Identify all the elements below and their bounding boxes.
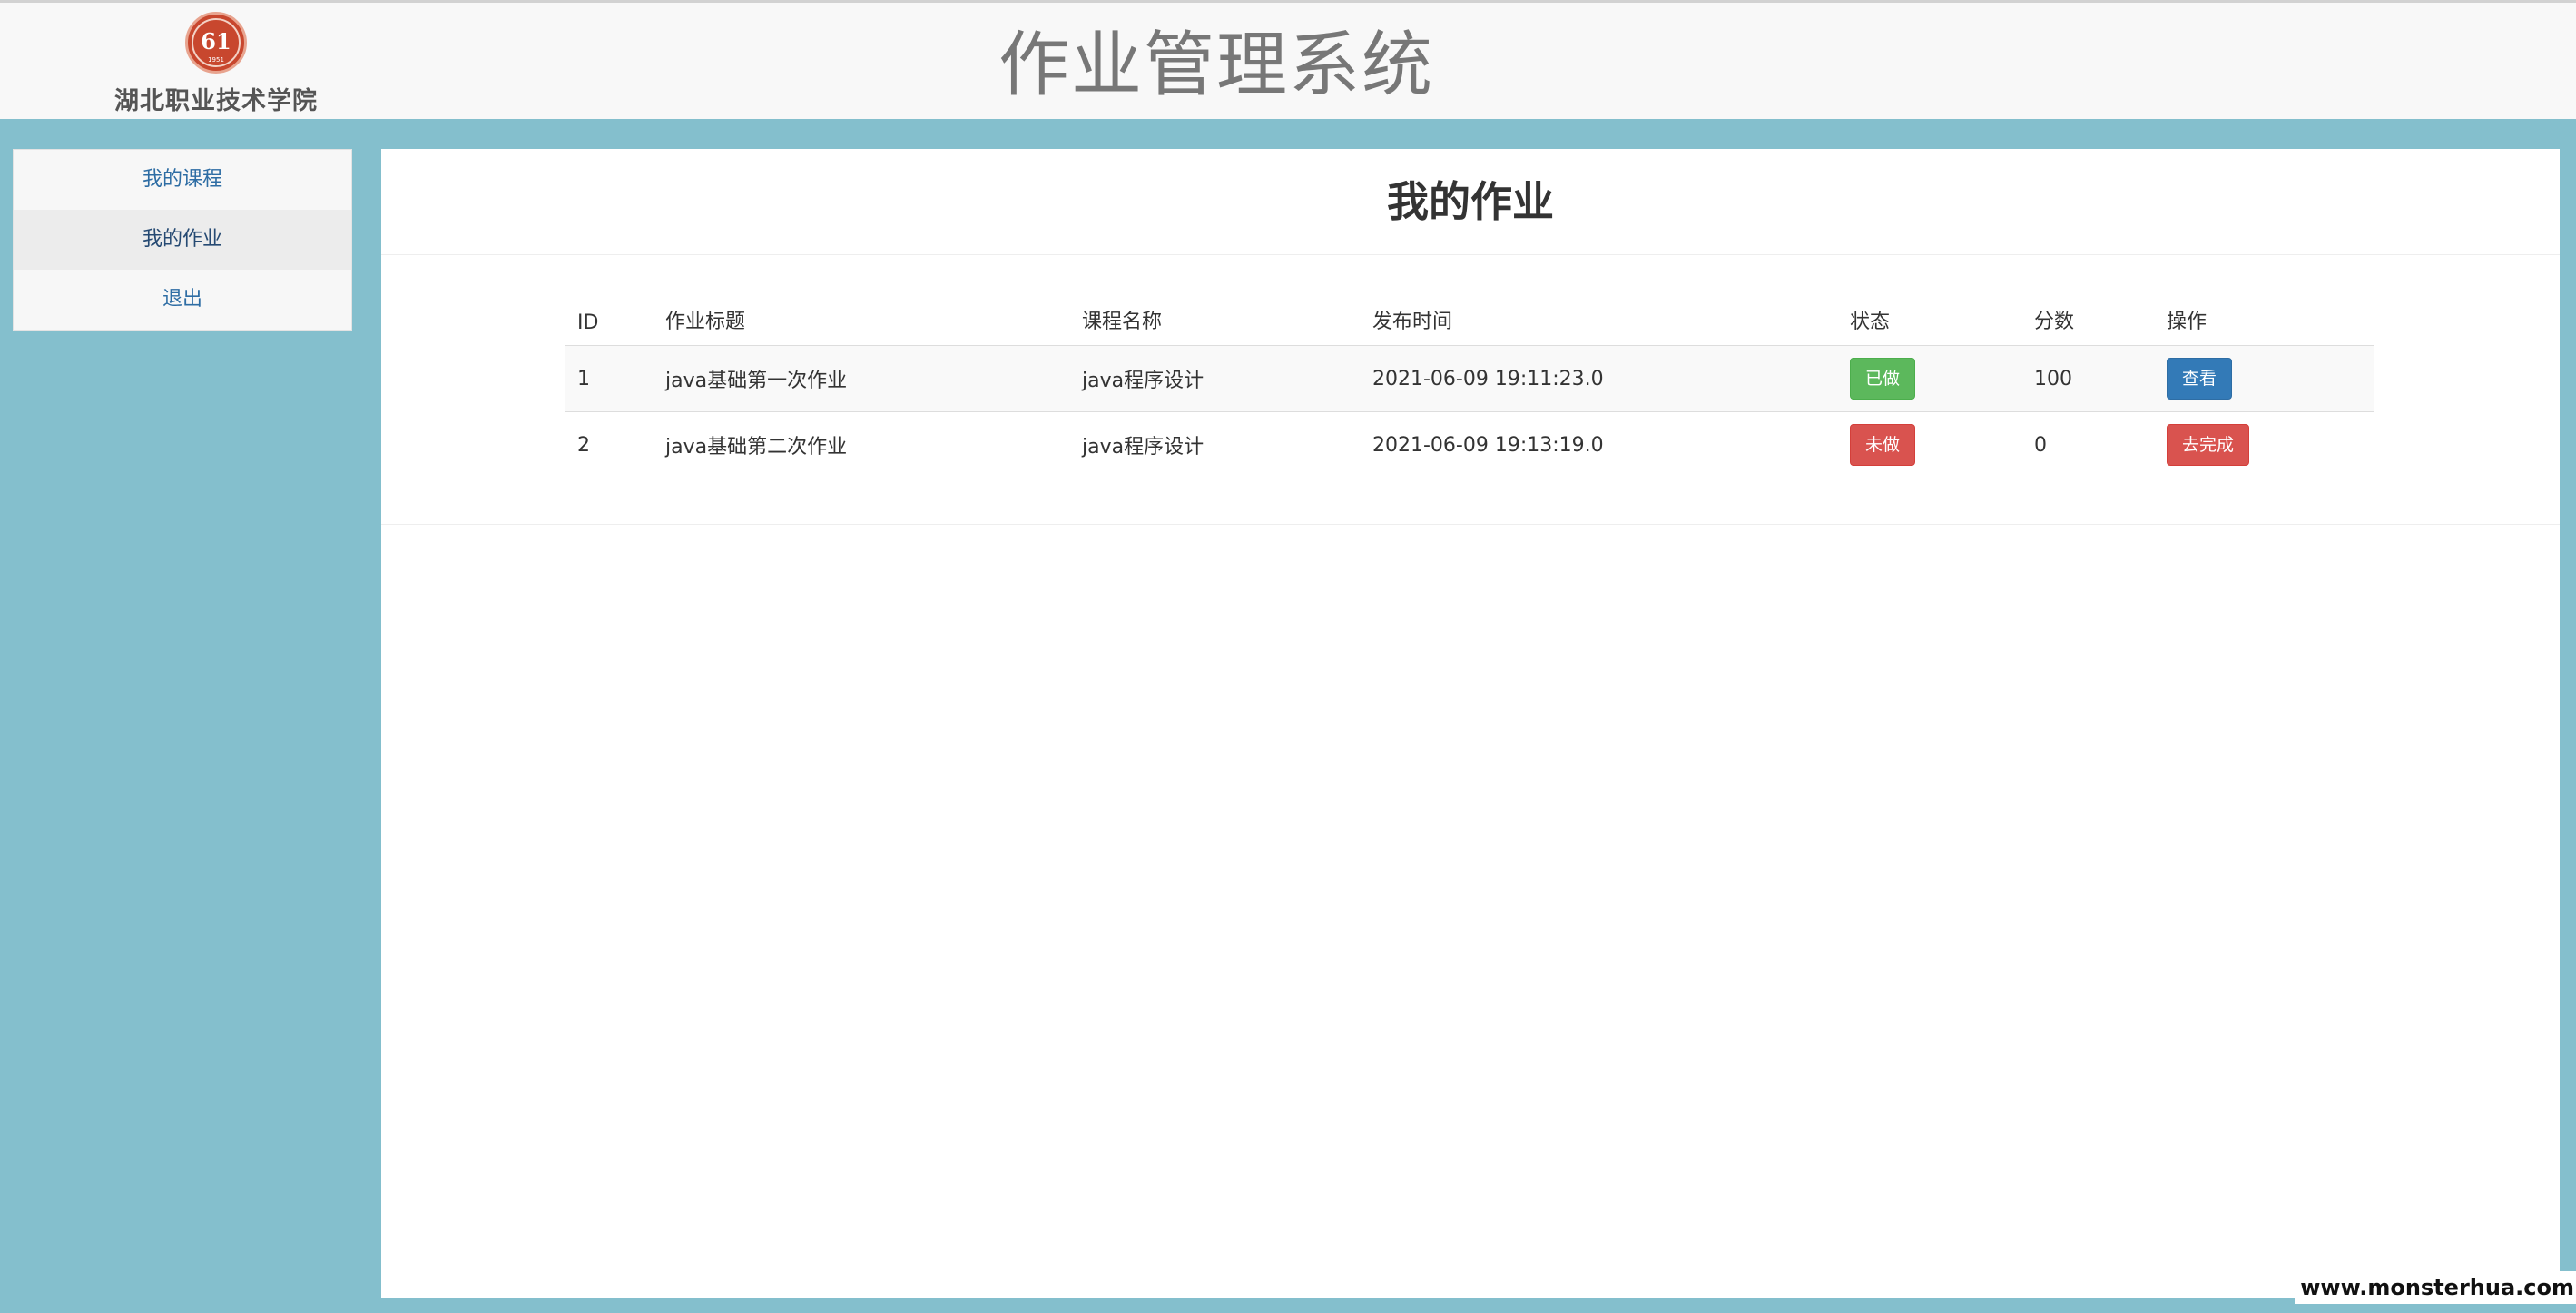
bottom-strip <box>381 1298 2560 1308</box>
column-header-id: ID <box>577 311 599 334</box>
sidebar-item-my-courses[interactable]: 我的课程 <box>14 150 351 210</box>
status-not-done-badge[interactable]: 未做 <box>1850 424 1916 466</box>
homework-table-wrap: ID 作业标题 课程名称 发布时间 状态 分数 操作 1 java基础第一次作业… <box>565 283 2374 478</box>
column-header-time: 发布时间 <box>1372 311 1453 333</box>
cell-id: 1 <box>565 345 653 412</box>
cell-title: java基础第一次作业 <box>653 345 1069 412</box>
school-name: 湖北职业技术学院 <box>114 87 318 115</box>
sidebar-item-logout[interactable]: 退出 <box>14 270 351 330</box>
column-header-score: 分数 <box>2034 311 2075 333</box>
column-header-course: 课程名称 <box>1082 311 1163 333</box>
view-button[interactable]: 查看 <box>2167 358 2233 400</box>
table-header-row: ID 作业标题 课程名称 发布时间 状态 分数 操作 <box>565 283 2374 346</box>
cell-action: 去完成 <box>2154 411 2374 478</box>
table-row: 1 java基础第一次作业 java程序设计 2021-06-09 19:11:… <box>565 345 2374 412</box>
page-title: 我的作业 <box>381 149 2560 255</box>
cell-score: 100 <box>2021 345 2154 412</box>
sidebar-item-my-homework[interactable]: 我的作业 <box>14 210 351 270</box>
column-header-status: 状态 <box>1850 311 1891 333</box>
seal-number: 61 <box>201 28 231 54</box>
column-header-title: 作业标题 <box>665 311 746 333</box>
school-logo: 61 1951 湖北职业技术学院 <box>91 12 341 116</box>
main-panel: 我的作业 ID 作业标题 课程名称 发布时间 状态 分数 操作 1 java基础… <box>381 149 2560 1298</box>
sidebar-nav: 我的课程 我的作业 退出 <box>13 149 352 331</box>
cell-course: java程序设计 <box>1069 411 1360 478</box>
content-divider <box>381 524 2560 525</box>
table-row: 2 java基础第二次作业 java程序设计 2021-06-09 19:13:… <box>565 411 2374 478</box>
cell-status: 未做 <box>1837 411 2021 478</box>
cell-action: 查看 <box>2154 345 2374 412</box>
watermark-text: www.monsterhua.com <box>2295 1271 2576 1304</box>
seal-year: 1951 <box>208 56 224 64</box>
cell-title: java基础第二次作业 <box>653 411 1069 478</box>
school-seal-icon: 61 1951 <box>185 12 247 74</box>
cell-time: 2021-06-09 19:13:19.0 <box>1360 411 1837 478</box>
cell-course: java程序设计 <box>1069 345 1360 412</box>
homework-table: ID 作业标题 课程名称 发布时间 状态 分数 操作 1 java基础第一次作业… <box>565 283 2374 478</box>
cell-time: 2021-06-09 19:11:23.0 <box>1360 345 1837 412</box>
complete-button[interactable]: 去完成 <box>2167 424 2250 466</box>
column-header-action: 操作 <box>2167 311 2207 333</box>
status-done-badge[interactable]: 已做 <box>1850 358 1916 400</box>
cell-status: 已做 <box>1837 345 2021 412</box>
cell-id: 2 <box>565 411 653 478</box>
app-title: 作业管理系统 <box>998 25 1434 106</box>
app-header: 61 1951 湖北职业技术学院 作业管理系统 <box>0 0 2576 119</box>
cell-score: 0 <box>2021 411 2154 478</box>
